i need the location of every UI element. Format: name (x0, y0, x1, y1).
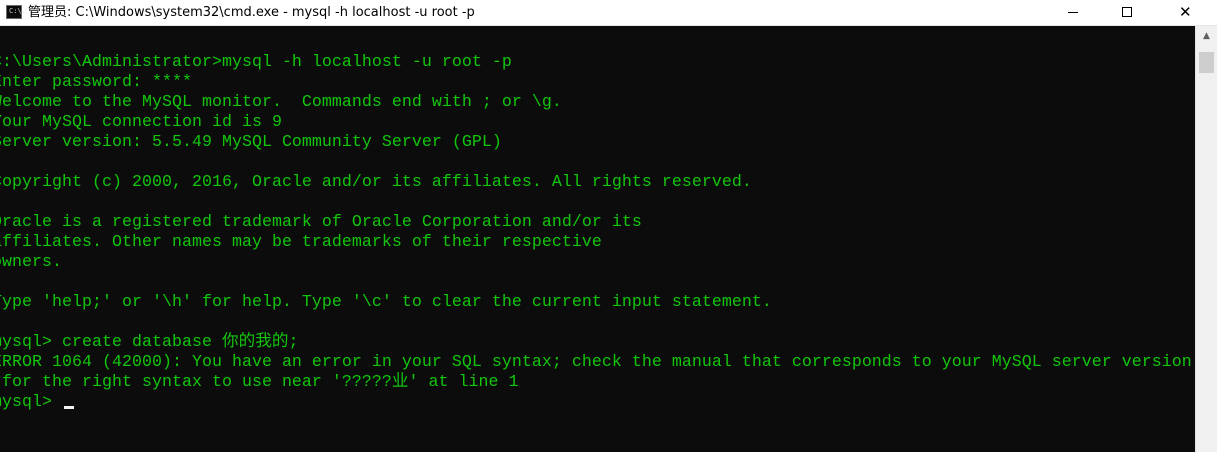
close-button[interactable]: ✕ (1155, 0, 1217, 25)
scroll-thumb[interactable] (1199, 52, 1214, 73)
maximize-button[interactable] (1100, 0, 1154, 25)
console-line: owners. (0, 252, 62, 271)
console-line: Copyright (c) 2000, 2016, Oracle and/or … (0, 172, 752, 191)
console-prompt-line[interactable]: mysql> (0, 392, 1192, 412)
console-line: Enter password: **** (0, 72, 192, 91)
console-line: for the right syntax to use near '?????业… (0, 372, 519, 391)
cmd-app-icon-label: C:\. (9, 7, 26, 15)
console-line: ERROR 1064 (42000): You have an error in… (0, 352, 1192, 371)
console-line: Your MySQL connection id is 9 (0, 112, 282, 131)
console-prompt: mysql> (0, 392, 52, 411)
console-line: Welcome to the MySQL monitor. Commands e… (0, 92, 562, 111)
console-output[interactable]: C:\Users\Administrator>mysql -h localhos… (0, 26, 1195, 452)
console-line: Server version: 5.5.49 MySQL Community S… (0, 132, 502, 151)
close-icon: ✕ (1179, 3, 1192, 21)
window-title: 管理员: C:\Windows\system32\cmd.exe - mysql… (28, 5, 475, 20)
console-line: C:\Users\Administrator>mysql -h localhos… (0, 52, 512, 71)
vertical-scrollbar[interactable]: ▲ (1195, 26, 1217, 452)
minimize-button[interactable] (1046, 0, 1100, 25)
console-line: mysql> create database 你的我的; (0, 332, 299, 351)
console-line: affiliates. Other names may be trademark… (0, 232, 602, 251)
maximize-icon (1122, 7, 1132, 17)
text-cursor (64, 406, 74, 409)
console-line: Oracle is a registered trademark of Orac… (0, 212, 642, 231)
scroll-up-arrow-icon[interactable]: ▲ (1196, 26, 1217, 46)
cmd-app-icon[interactable]: C:\. (6, 5, 26, 19)
minimize-icon (1068, 12, 1078, 13)
cmd-window: C:\. 管理员: C:\Windows\system32\cmd.exe - … (0, 0, 1217, 452)
console-lines: C:\Users\Administrator>mysql -h localhos… (0, 52, 1192, 412)
title-bar[interactable]: C:\. 管理员: C:\Windows\system32\cmd.exe - … (0, 0, 1217, 26)
console-line: Type 'help;' or '\h' for help. Type '\c'… (0, 292, 772, 311)
